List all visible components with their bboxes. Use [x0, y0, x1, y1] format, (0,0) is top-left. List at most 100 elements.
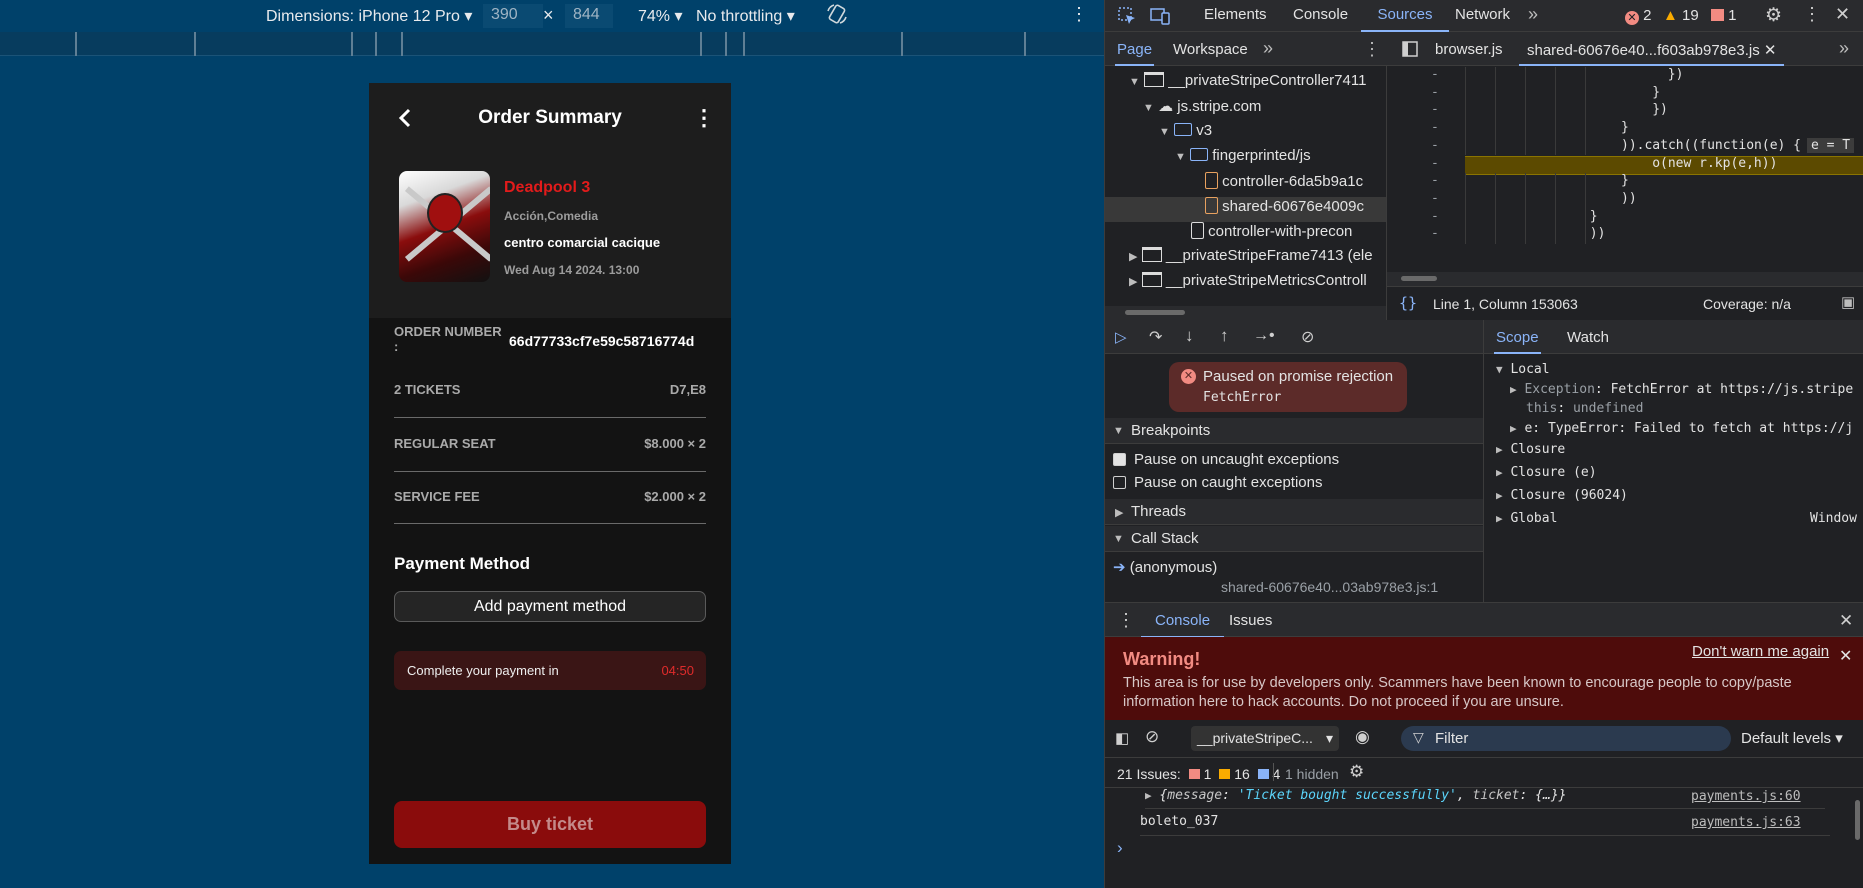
checkbox-checked[interactable]	[1113, 453, 1126, 466]
log-source-link[interactable]: payments.js:63	[1691, 815, 1801, 830]
customize-more-icon[interactable]: ⋮	[1803, 4, 1821, 25]
more-tabs-icon[interactable]: »	[1528, 4, 1538, 25]
drawer-tab-issues[interactable]: Issues	[1229, 612, 1272, 629]
scope-this[interactable]: this: undefined	[1526, 401, 1643, 416]
pretty-print-icon[interactable]: {}	[1399, 294, 1417, 312]
issues-count[interactable]: 1	[1711, 7, 1737, 24]
drawer-tab-console[interactable]: Console	[1141, 612, 1225, 638]
tab-watch[interactable]: Watch	[1567, 329, 1609, 346]
clear-console-icon[interactable]: ⊘	[1145, 727, 1159, 747]
console-prompt[interactable]: ›	[1117, 838, 1123, 858]
threads-section-header[interactable]: ▶ Threads	[1105, 499, 1483, 525]
code-editor[interactable]: -}) -} -}) -} -)).catch((function(e) {e = T-…	[1387, 66, 1863, 272]
close-warning-icon[interactable]: ✕	[1839, 646, 1852, 666]
tree-scrollbar[interactable]	[1105, 306, 1387, 320]
scope-global[interactable]: ▶ Global	[1496, 511, 1557, 526]
tab-page[interactable]: Page	[1115, 41, 1155, 66]
throttle-select[interactable]: No throttling ▾	[696, 6, 795, 26]
width-input[interactable]: 390	[483, 4, 543, 28]
step-out-icon[interactable]: ↑	[1220, 326, 1229, 346]
device-select[interactable]: Dimensions: iPhone 12 Pro ▾	[266, 6, 472, 26]
scope-closure-96024[interactable]: ▶ Closure (96024)	[1496, 488, 1628, 503]
tab-console[interactable]: Console	[1293, 6, 1348, 23]
code-scroll-thumb[interactable]	[1401, 276, 1437, 281]
close-tab-icon[interactable]: ✕	[1764, 42, 1777, 59]
code-line[interactable]: -))	[1387, 190, 1863, 209]
code-line[interactable]: -))	[1387, 226, 1863, 244]
tree-item-fingerprinted[interactable]: ▼ fingerprinted/js	[1105, 147, 1386, 172]
tab-elements[interactable]: Elements	[1204, 6, 1267, 23]
tree-scroll-thumb[interactable]	[1125, 310, 1185, 315]
frame-location[interactable]: shared-60676e40...03ab978e3.js:1	[1221, 579, 1438, 595]
context-selector[interactable]: __privateStripeC... ▾	[1191, 726, 1339, 751]
scope-closure-e[interactable]: ▶ Closure (e)	[1496, 465, 1597, 480]
settings-gear-icon[interactable]: ⚙	[1765, 4, 1782, 27]
error-count[interactable]: ✕ 2	[1625, 7, 1652, 25]
code-line[interactable]: - o(new r.kp(e,h))	[1387, 155, 1863, 176]
more-nav-tabs-icon[interactable]: »	[1263, 38, 1273, 59]
log-source-link[interactable]: payments.js:60	[1691, 789, 1801, 804]
tree-item-v3[interactable]: ▼ v3	[1105, 122, 1386, 147]
close-drawer-icon[interactable]: ✕	[1839, 611, 1853, 631]
callstack-section-header[interactable]: ▼ Call Stack	[1105, 526, 1483, 552]
callstack-frame[interactable]: ➔ (anonymous)	[1113, 558, 1217, 576]
inspect-element-icon[interactable]	[1117, 6, 1137, 30]
tree-item-preconnect-file[interactable]: controller-with-precon	[1105, 222, 1386, 247]
tab-sources[interactable]: Sources	[1361, 6, 1449, 32]
code-line[interactable]: -}	[1387, 84, 1863, 103]
scope-exception[interactable]: ▶ Exception: FetchError at https://js.st…	[1510, 382, 1853, 397]
code-hscrollbar[interactable]	[1387, 272, 1863, 286]
more-options-icon[interactable]: ⋮	[693, 105, 715, 131]
device-toolbar-icon[interactable]	[1149, 6, 1171, 30]
device-more-icon[interactable]: ⋮	[1070, 4, 1088, 25]
scope-local[interactable]: ▼ Local	[1496, 362, 1550, 377]
code-line[interactable]: -})	[1387, 102, 1863, 121]
drawer-menu-icon[interactable]: ⋮	[1117, 610, 1135, 631]
checkbox-unchecked[interactable]	[1113, 476, 1126, 489]
tree-item-shared-file[interactable]: shared-60676e4009c	[1105, 197, 1386, 222]
step-over-icon[interactable]: ↷	[1149, 327, 1162, 347]
tab-network[interactable]: Network	[1455, 6, 1510, 23]
tree-item-stripe-domain[interactable]: ▼ ☁ js.stripe.com	[1105, 97, 1386, 122]
code-line[interactable]: -)).catch((function(e) {e = T	[1387, 137, 1863, 156]
tab-shared-js[interactable]: shared-60676e40...f603ab978e3.js ✕	[1519, 41, 1785, 66]
tree-item-controller-frame[interactable]: ▼ __privateStripeController7411	[1105, 72, 1386, 97]
tree-item-frame[interactable]: ▶ __privateStripeFrame7413 (ele	[1105, 247, 1386, 272]
close-devtools-icon[interactable]: ✕	[1835, 4, 1850, 25]
navigator-more-icon[interactable]: ⋮	[1363, 39, 1381, 60]
step-icon[interactable]: →•	[1253, 327, 1275, 345]
tab-workspace[interactable]: Workspace	[1173, 41, 1248, 58]
step-into-icon[interactable]: ↓	[1185, 326, 1194, 346]
code-line[interactable]: -}	[1387, 173, 1863, 191]
buy-ticket-button[interactable]: Buy ticket	[394, 801, 706, 848]
deactivate-breakpoints-icon[interactable]: ⊘	[1301, 327, 1314, 347]
bp-caught-row[interactable]: Pause on caught exceptions	[1113, 474, 1322, 491]
tree-item-metrics[interactable]: ▶ __privateStripeMetricsControll	[1105, 272, 1386, 297]
console-scroll-thumb[interactable]	[1855, 800, 1860, 840]
issues-summary[interactable]: 21 Issues: 1 16 4	[1117, 766, 1280, 782]
sidebar-toggle-icon[interactable]: ◧	[1115, 729, 1129, 747]
more-editor-tabs-icon[interactable]: »	[1839, 38, 1849, 59]
filter-input[interactable]: ▽ Filter	[1401, 726, 1731, 751]
tab-scope[interactable]: Scope	[1494, 329, 1541, 354]
scope-closure[interactable]: ▶ Closure	[1496, 442, 1565, 457]
toggle-navigator-icon[interactable]	[1401, 40, 1419, 62]
height-input[interactable]: 844	[565, 4, 613, 28]
zoom-select[interactable]: 74% ▾	[638, 6, 683, 26]
breakpoints-section-header[interactable]: ▼ Breakpoints	[1105, 418, 1483, 444]
warning-count[interactable]: ▲ 19	[1663, 7, 1699, 24]
resume-icon[interactable]: ▷	[1115, 328, 1127, 346]
scope-e[interactable]: ▶ e: TypeError: Failed to fetch at https…	[1510, 421, 1853, 436]
code-line[interactable]: -}	[1387, 120, 1863, 138]
toggle-debugger-icon[interactable]: ▣	[1841, 293, 1855, 311]
tree-item-controller-file[interactable]: controller-6da5b9a1c	[1105, 172, 1386, 197]
dont-warn-link[interactable]: Don't warn me again	[1692, 643, 1829, 660]
live-expression-eye-icon[interactable]: ◉	[1355, 727, 1370, 747]
rotate-icon[interactable]	[826, 3, 848, 30]
code-line[interactable]: -})	[1387, 67, 1863, 85]
bp-uncaught-row[interactable]: Pause on uncaught exceptions	[1113, 451, 1339, 468]
add-payment-method-button[interactable]: Add payment method	[394, 591, 706, 622]
log-levels-select[interactable]: Default levels ▾	[1741, 729, 1843, 747]
tab-browser-js[interactable]: browser.js	[1435, 41, 1503, 58]
code-line[interactable]: -}	[1387, 208, 1863, 227]
